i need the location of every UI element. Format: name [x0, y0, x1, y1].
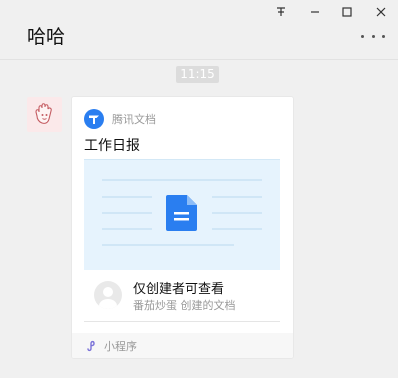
- doc-title: 工作日报: [84, 138, 140, 154]
- doc-preview: [84, 159, 280, 270]
- close-button[interactable]: [369, 3, 393, 21]
- close-icon: [376, 7, 386, 17]
- chat-title: 哈哈: [27, 26, 66, 48]
- maximize-button[interactable]: [335, 3, 359, 21]
- document-icon: [166, 195, 197, 231]
- doc-owner-row: 仅创建者可查看 番茄炒蛋 创建的文档: [84, 273, 280, 322]
- maximize-icon: [342, 7, 352, 17]
- message-timestamp: 11:15: [176, 66, 219, 83]
- more-dot-icon: [371, 34, 375, 38]
- peach-hand-avatar-icon: [35, 103, 52, 124]
- pin-icon: [277, 7, 285, 16]
- sender-avatar[interactable]: [27, 97, 62, 132]
- more-dot-icon: [361, 34, 364, 38]
- source-name: 腾讯文档: [112, 113, 156, 126]
- card-source: 腾讯文档: [84, 109, 156, 129]
- tencent-docs-icon: [84, 109, 104, 129]
- mini-program-label: 小程序: [104, 339, 137, 353]
- card-footer: 小程序: [72, 333, 293, 358]
- shared-doc-card[interactable]: 腾讯文档 工作日报 仅创建者可查看 番茄炒蛋 创建的文档 小程序: [71, 96, 294, 359]
- more-dot-icon: [382, 34, 385, 38]
- mini-program-icon: [87, 340, 95, 351]
- minimize-button[interactable]: [303, 3, 327, 21]
- minimize-icon: [311, 11, 319, 13]
- owner-avatar: [94, 281, 122, 309]
- default-user-icon: [99, 287, 117, 309]
- owner-note: 番茄炒蛋 创建的文档: [133, 299, 236, 312]
- title-bar: 哈哈: [0, 0, 398, 60]
- more-options-button[interactable]: [361, 28, 385, 44]
- pin-button[interactable]: [269, 3, 293, 21]
- permission-text: 仅创建者可查看: [133, 282, 225, 297]
